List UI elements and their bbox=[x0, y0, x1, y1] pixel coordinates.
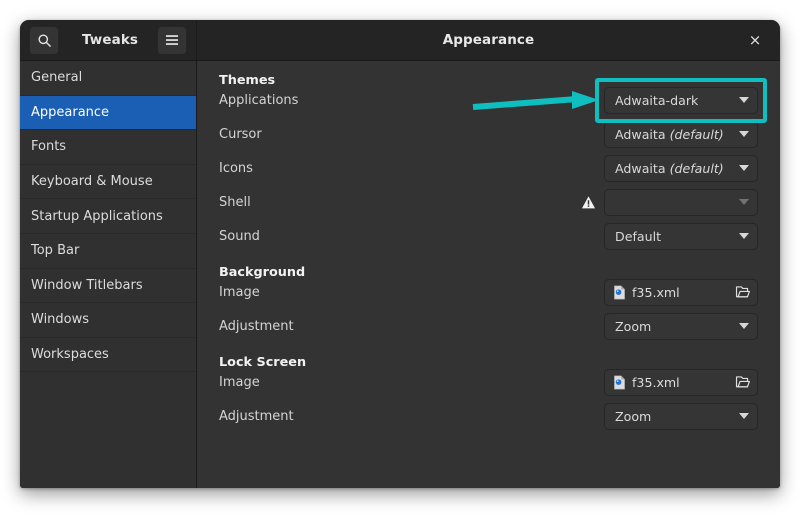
close-window-button[interactable]: × bbox=[744, 29, 766, 51]
sidebar-item-label: Startup Applications bbox=[31, 209, 163, 224]
setting-label: Cursor bbox=[219, 127, 604, 142]
file-name: f35.xml bbox=[632, 375, 729, 390]
setting-label: Icons bbox=[219, 161, 604, 176]
setting-control-group bbox=[581, 189, 758, 216]
search-icon bbox=[37, 33, 52, 48]
dropdown-value: Adwaita (default) bbox=[615, 127, 733, 142]
dropdown-default-marker: (default) bbox=[670, 161, 724, 176]
sidebar-item-appearance[interactable]: Appearance bbox=[20, 96, 196, 131]
main-menu-button[interactable] bbox=[157, 26, 187, 55]
titlebar-right-pane: Appearance × bbox=[197, 20, 780, 60]
setting-row-lock-screen-image: Image f35.xml bbox=[219, 365, 758, 399]
setting-row-background-image: Image f35.xml bbox=[219, 275, 758, 309]
setting-control-group: f35.xml bbox=[604, 279, 758, 306]
setting-label: Image bbox=[219, 375, 604, 390]
setting-label: Applications bbox=[219, 93, 604, 108]
titlebar: Tweaks Appearance × bbox=[20, 20, 780, 61]
sidebar-item-label: Window Titlebars bbox=[31, 278, 143, 293]
sidebar-item-workspaces[interactable]: Workspaces bbox=[20, 338, 196, 373]
search-button[interactable] bbox=[29, 26, 59, 55]
sidebar-item-keyboard-mouse[interactable]: Keyboard & Mouse bbox=[20, 165, 196, 200]
setting-row-themes-sound: Sound Default bbox=[219, 219, 758, 253]
sidebar-item-window-titlebars[interactable]: Window Titlebars bbox=[20, 269, 196, 304]
setting-label: Image bbox=[219, 285, 604, 300]
setting-row-themes-shell: Shell bbox=[219, 185, 758, 219]
sidebar-item-label: Appearance bbox=[31, 105, 109, 120]
tweaks-window: Tweaks Appearance × General Appearance Fon… bbox=[20, 20, 780, 488]
sidebar-item-fonts[interactable]: Fonts bbox=[20, 130, 196, 165]
dropdown-value: Adwaita-dark bbox=[615, 93, 733, 108]
setting-control-group: Default bbox=[604, 223, 758, 250]
chevron-down-icon bbox=[739, 323, 749, 329]
sidebar-item-label: Keyboard & Mouse bbox=[31, 174, 153, 189]
dropdown-themes-shell bbox=[604, 189, 758, 216]
dropdown-value-name: Adwaita bbox=[615, 127, 666, 142]
sidebar-item-top-bar[interactable]: Top Bar bbox=[20, 234, 196, 269]
setting-row-themes-cursor: Cursor Adwaita (default) bbox=[219, 117, 758, 151]
setting-control-group: f35.xml bbox=[604, 369, 758, 396]
sidebar-item-label: General bbox=[31, 70, 82, 85]
xml-file-icon bbox=[613, 285, 626, 300]
sidebar-item-label: Fonts bbox=[31, 139, 66, 154]
setting-label: Shell bbox=[219, 195, 581, 210]
sidebar: General Appearance Fonts Keyboard & Mouse St… bbox=[20, 61, 197, 488]
dropdown-value-name: Adwaita bbox=[615, 161, 666, 176]
sidebar-item-label: Top Bar bbox=[31, 243, 79, 258]
setting-label: Adjustment bbox=[219, 409, 604, 424]
chevron-down-icon bbox=[739, 199, 749, 205]
warning-icon bbox=[581, 195, 596, 210]
titlebar-left-pane: Tweaks bbox=[20, 20, 197, 60]
chevron-down-icon bbox=[739, 131, 749, 137]
setting-control-group: Zoom bbox=[604, 403, 758, 430]
setting-row-lock-screen-adjustment: Adjustment Zoom bbox=[219, 399, 758, 433]
app-name: Tweaks bbox=[63, 32, 157, 48]
chevron-down-icon bbox=[739, 413, 749, 419]
sidebar-item-startup-applications[interactable]: Startup Applications bbox=[20, 199, 196, 234]
dropdown-themes-icons[interactable]: Adwaita (default) bbox=[604, 155, 758, 182]
file-chooser-lock-screen-image[interactable]: f35.xml bbox=[604, 369, 758, 396]
setting-control-group: Adwaita (default) bbox=[604, 155, 758, 182]
dropdown-lock-screen-adjustment[interactable]: Zoom bbox=[604, 403, 758, 430]
chevron-down-icon bbox=[739, 233, 749, 239]
setting-control-group: Adwaita-dark bbox=[604, 87, 758, 114]
open-folder-icon bbox=[735, 375, 750, 389]
dropdown-value: Zoom bbox=[615, 409, 733, 424]
hamburger-menu-icon bbox=[164, 34, 180, 46]
dropdown-value: Zoom bbox=[615, 319, 733, 334]
dropdown-background-adjustment[interactable]: Zoom bbox=[604, 313, 758, 340]
setting-control-group: Adwaita (default) bbox=[604, 121, 758, 148]
sidebar-item-label: Windows bbox=[31, 312, 89, 327]
dropdown-value: Adwaita (default) bbox=[615, 161, 733, 176]
file-chooser-background-image[interactable]: f35.xml bbox=[604, 279, 758, 306]
setting-row-themes-icons: Icons Adwaita (default) bbox=[219, 151, 758, 185]
setting-label: Sound bbox=[219, 229, 604, 244]
open-folder-icon bbox=[735, 285, 750, 299]
setting-row-background-adjustment: Adjustment Zoom bbox=[219, 309, 758, 343]
section-heading-themes: Themes bbox=[219, 61, 758, 83]
dropdown-value: Default bbox=[615, 229, 733, 244]
dropdown-themes-sound[interactable]: Default bbox=[604, 223, 758, 250]
chevron-down-icon bbox=[739, 97, 749, 103]
sidebar-item-label: Workspaces bbox=[31, 347, 109, 362]
window-body: General Appearance Fonts Keyboard & Mouse St… bbox=[20, 61, 780, 488]
setting-control-group: Zoom bbox=[604, 313, 758, 340]
file-name: f35.xml bbox=[632, 285, 729, 300]
setting-row-themes-applications: Applications Adwaita-dark bbox=[219, 83, 758, 117]
dropdown-default-marker: (default) bbox=[670, 127, 724, 142]
section-heading-lock-screen: Lock Screen bbox=[219, 343, 758, 365]
window-title: Appearance bbox=[197, 32, 780, 48]
section-heading-background: Background bbox=[219, 253, 758, 275]
settings-content: Themes Applications Adwaita-dark Cursor Adwa… bbox=[197, 61, 780, 488]
setting-label: Adjustment bbox=[219, 319, 604, 334]
xml-file-icon bbox=[613, 375, 626, 390]
sidebar-item-windows[interactable]: Windows bbox=[20, 303, 196, 338]
sidebar-item-general[interactable]: General bbox=[20, 61, 196, 96]
dropdown-themes-applications[interactable]: Adwaita-dark bbox=[604, 87, 758, 114]
dropdown-themes-cursor[interactable]: Adwaita (default) bbox=[604, 121, 758, 148]
chevron-down-icon bbox=[739, 165, 749, 171]
